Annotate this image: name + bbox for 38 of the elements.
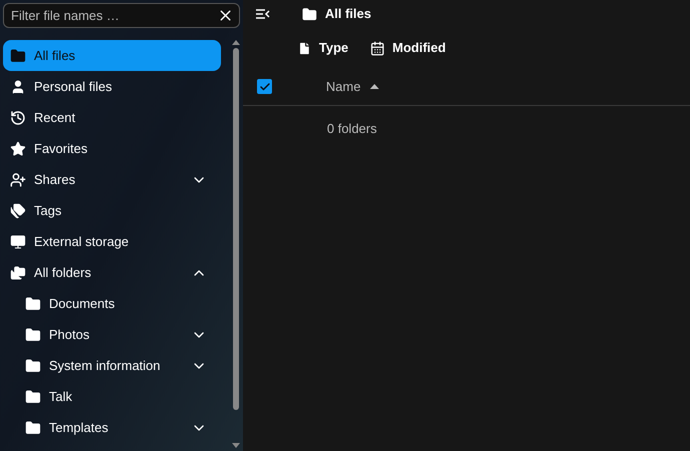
- folder-icon: [25, 420, 41, 436]
- nav-item[interactable]: External storage: [3, 226, 221, 257]
- column-header[interactable]: Name: [326, 76, 379, 96]
- collapse-sidebar-icon[interactable]: [256, 9, 270, 19]
- check-icon: [258, 80, 270, 92]
- folder-count: 0 folders: [327, 120, 377, 138]
- select-all-checkbox[interactable]: [257, 79, 272, 94]
- folder-icon: [10, 48, 26, 64]
- folders-icon: [10, 264, 26, 280]
- folder-icon: [25, 358, 41, 374]
- nav-item[interactable]: Personal files: [3, 71, 221, 102]
- nav-item[interactable]: Recent: [3, 102, 221, 133]
- folder-icon: [302, 6, 317, 22]
- folder-icon: [25, 326, 41, 342]
- nav-item[interactable]: System information: [3, 350, 221, 381]
- nav-item[interactable]: Templates: [3, 412, 221, 443]
- calendar-icon: [370, 40, 386, 56]
- monitor-icon: [10, 234, 26, 250]
- history-icon: [10, 110, 26, 126]
- filter-button[interactable]: Modified: [370, 38, 446, 58]
- nav-item[interactable]: Favorites: [3, 133, 221, 164]
- nav-item[interactable]: Photos: [3, 319, 221, 350]
- filter-field[interactable]: Filter file names …: [3, 3, 240, 28]
- nav-item[interactable]: Shares: [3, 164, 221, 195]
- folder-icon: [25, 296, 41, 312]
- nav-item[interactable]: All folders: [3, 257, 221, 288]
- user-plus-icon: [10, 172, 26, 188]
- nav-item[interactable]: All files: [3, 40, 221, 71]
- tags-icon: [10, 202, 26, 218]
- nav-item[interactable]: Talk: [3, 381, 221, 412]
- nav-item[interactable]: Tags: [3, 195, 221, 226]
- file-icon: [297, 40, 312, 56]
- breadcrumb[interactable]: All files: [325, 4, 372, 24]
- filter-button[interactable]: Type: [297, 38, 348, 58]
- folder-icon: [25, 388, 41, 404]
- user-icon: [10, 78, 26, 94]
- nav-item[interactable]: Documents: [3, 288, 221, 319]
- star-icon: [10, 140, 26, 156]
